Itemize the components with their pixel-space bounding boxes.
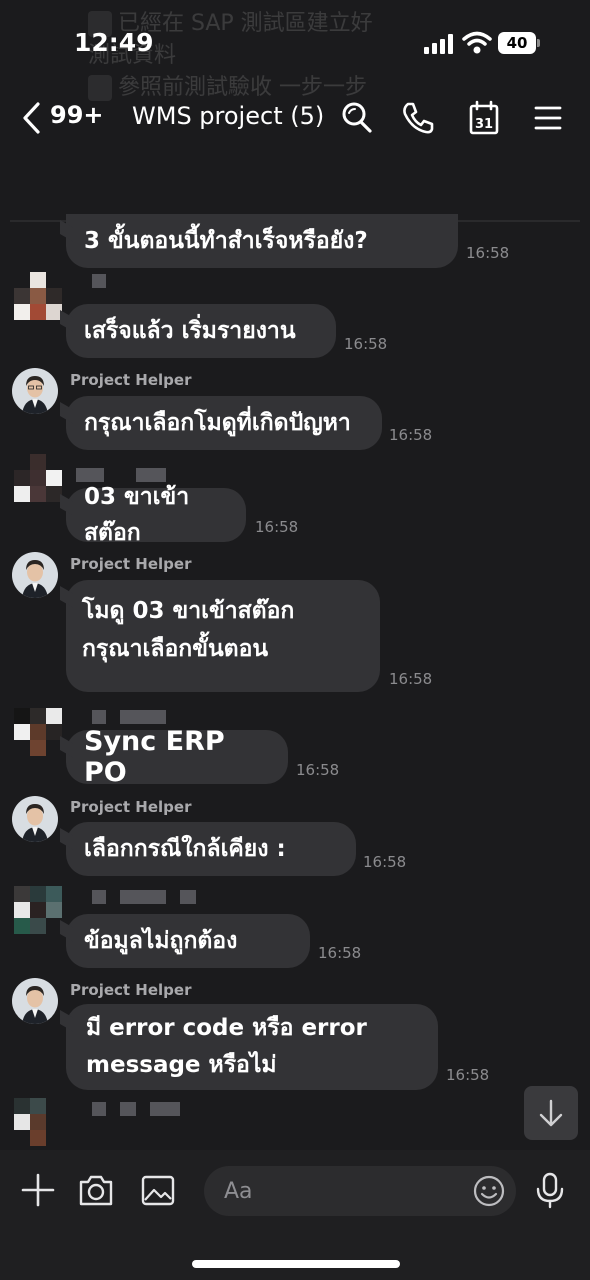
message-bubble[interactable]: 3 ขั้นตอนนี้ทำสำเร็จหรือยัง? [66,214,458,268]
message-text-line: มี error code หรือ error [86,1015,367,1041]
chat-header: 99+ WMS project (5) 31 [0,88,590,148]
message-bubble[interactable]: โมดู 03 ขาเข้าสต๊อก กรุณาเลือกขั้นตอน [66,580,380,692]
arrow-down-icon [539,1099,563,1127]
sender-name-redacted [92,890,106,904]
avatar[interactable] [12,796,58,842]
image-icon[interactable] [138,1170,178,1210]
avatar[interactable] [12,552,58,598]
message-time: 16:58 [389,426,433,444]
project-helper-avatar-icon [12,552,58,598]
search-icon[interactable] [337,98,377,138]
message-text: Sync ERP PO [84,726,225,788]
home-indicator [192,1260,400,1268]
scroll-to-bottom-button[interactable] [524,1086,578,1140]
avatar-pixelated[interactable] [14,272,62,320]
message-text: 3 ขั้นตอนนี้ทำสำเร็จหรือยัง? [84,228,368,254]
cellular-signal-icon [424,34,453,54]
message-time: 16:58 [466,244,510,262]
message-text: เสร็จแล้ว เริ่มรายงาน [84,318,296,344]
sender-name-redacted [92,710,106,724]
calendar-day: 31 [475,117,493,132]
message-bubble[interactable]: ข้อมูลไม่ถูกต้อง [66,914,310,968]
sender-name-redacted [120,710,166,724]
message-text-line: โมดู 03 ขาเข้าสต๊อก [82,598,295,624]
avatar[interactable] [12,368,58,414]
status-time: 12:49 [74,28,154,57]
message-bubble[interactable]: กรุณาเลือกโมดูที่เกิดปัญหา [66,396,382,450]
emoji-icon[interactable] [472,1174,506,1208]
message-bubble[interactable]: เสร็จแล้ว เริ่มรายงาน [66,304,336,358]
avatar-pixelated[interactable] [14,886,62,934]
message-text: กรุณาเลือกโมดูที่เกิดปัญหา [84,410,351,436]
phone-icon[interactable] [398,98,438,138]
sender-name: Project Helper [70,371,192,389]
sender-name: Project Helper [70,981,192,999]
project-helper-avatar-icon [12,796,58,842]
plus-icon[interactable] [18,1170,58,1210]
sender-name-redacted [120,890,166,904]
message-bubble[interactable]: Sync ERP PO [66,726,288,788]
message-text-line: message หรือไม่ [86,1052,277,1078]
sender-name: Project Helper [70,798,192,816]
sender-name-redacted [120,1102,136,1116]
status-bar: 已經在 SAP 測試區建立好 測試資料 參照前測試驗收 一步一步 12:49 4… [0,0,590,101]
message-time: 16:58 [255,518,299,536]
message-time: 16:58 [363,853,407,871]
camera-icon[interactable] [76,1170,116,1210]
chat-title[interactable]: WMS project (5) [132,102,324,130]
message-text-line: กรุณาเลือกขั้นตอน [82,636,269,662]
calendar-icon[interactable]: 31 [464,98,504,138]
avatar-pixelated[interactable] [14,454,62,502]
message-input-bar [0,1150,590,1280]
sender-name-redacted [92,1102,106,1116]
message-bubble[interactable]: มี error code หรือ error message หรือไม่ [66,1004,438,1090]
message-bubble[interactable]: 03 ขาเข้าสต๊อก [66,484,246,546]
battery-indicator: 40 [498,32,540,56]
message-time: 16:58 [446,1066,490,1084]
message-bubble[interactable]: เลือกกรณีใกล้เคียง : [66,822,356,876]
avatar[interactable] [12,978,58,1024]
sender-name-redacted [180,890,196,904]
project-helper-avatar-icon [12,368,58,414]
message-text: 03 ขาเข้าสต๊อก [84,484,190,546]
wifi-icon [462,31,492,54]
microphone-icon[interactable] [530,1170,570,1210]
project-helper-avatar-icon [12,978,58,1024]
sender-name-redacted [92,274,106,288]
message-input[interactable] [224,1174,464,1208]
message-time: 16:58 [344,335,388,353]
message-time: 16:58 [389,670,433,688]
chevron-left-icon[interactable] [20,98,46,138]
unread-count[interactable]: 99+ [50,101,104,129]
sender-name: Project Helper [70,555,192,573]
message-time: 16:58 [318,944,362,962]
sender-name-redacted [150,1102,180,1116]
message-text: ข้อมูลไม่ถูกต้อง [84,928,238,954]
avatar-pixelated[interactable] [14,708,62,756]
message-text: เลือกกรณีใกล้เคียง : [84,836,286,862]
message-box [204,1166,516,1216]
message-time: 16:58 [296,761,340,779]
menu-icon[interactable] [528,98,568,138]
avatar-pixelated[interactable] [14,1098,62,1146]
